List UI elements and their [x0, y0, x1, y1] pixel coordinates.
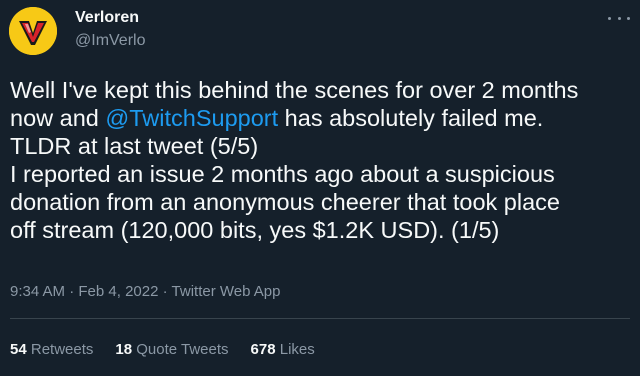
tweet-line: I reported an issue 2 months ago about a… [10, 161, 555, 187]
tweet-date[interactable]: Feb 4, 2022 [78, 283, 158, 300]
tweet-line: TLDR at last tweet (5/5) [10, 133, 259, 159]
retweets-label: Retweets [30, 341, 94, 358]
retweets-stat[interactable]: 54 Retweets [10, 340, 93, 360]
tweet-line: now and @TwitchSupport has absolutely fa… [10, 104, 635, 132]
tweet-text: Well I've kept this behind the scenes fo… [10, 76, 635, 244]
quote-tweets-count: 18 [115, 341, 133, 358]
tweet-meta: 9:34 AM · Feb 4, 2022 · Twitter Web App [10, 282, 280, 302]
quote-tweets-stat[interactable]: 18 Quote Tweets [115, 340, 228, 360]
meta-separator: · [162, 283, 168, 300]
tweet-time[interactable]: 9:34 AM [10, 283, 65, 300]
tweet-text-fragment: has absolutely failed me. [278, 105, 544, 131]
handle[interactable]: @ImVerlo [75, 32, 145, 50]
avatar[interactable] [9, 7, 57, 55]
display-name[interactable]: Verloren [75, 9, 145, 27]
mention-link[interactable]: @TwitchSupport [105, 105, 278, 131]
verloren-logo-icon [9, 7, 57, 55]
tweet-line: Well I've kept this behind the scenes fo… [10, 77, 579, 103]
tweet-stats: 54 Retweets 18 Quote Tweets 678 Likes [10, 340, 315, 360]
author-block[interactable]: Verloren @ImVerlo [75, 9, 145, 50]
divider [10, 318, 630, 319]
tweet-text-fragment: now and [10, 105, 106, 131]
dot [617, 16, 621, 20]
more-horizontal-icon[interactable] [608, 12, 630, 24]
dot [627, 16, 630, 20]
likes-stat[interactable]: 678 Likes [251, 340, 315, 360]
tweet-line: off stream (120,000 bits, yes $1.2K USD)… [10, 217, 500, 243]
likes-label: Likes [279, 341, 315, 358]
likes-count: 678 [250, 341, 276, 358]
retweets-count: 54 [10, 341, 27, 358]
tweet-line: donation from an anonymous cheerer that … [10, 189, 560, 215]
dot [608, 16, 611, 20]
quote-tweets-label: Quote Tweets [136, 341, 229, 358]
tweet-source[interactable]: Twitter Web App [172, 283, 281, 300]
meta-separator: · [69, 283, 75, 300]
